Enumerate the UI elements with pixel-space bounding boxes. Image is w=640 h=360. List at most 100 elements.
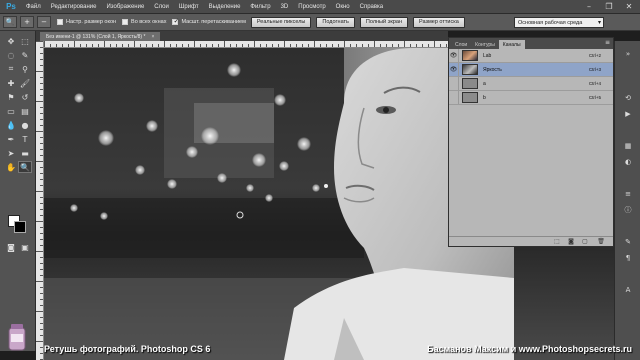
ruler-tick: [296, 44, 297, 47]
scrubby-zoom-checkbox[interactable]: Масшт. перетаскиванием: [172, 17, 246, 25]
lasso-tool-icon[interactable]: ◌: [4, 49, 18, 61]
healing-brush-tool-icon[interactable]: ✚: [4, 77, 18, 89]
new-channel-icon[interactable]: ▢: [581, 238, 589, 245]
tab-channels[interactable]: Каналы: [498, 40, 525, 49]
eye-icon[interactable]: 👁: [449, 63, 459, 76]
ruler-tick: [40, 203, 43, 204]
ruler-tick: [36, 191, 43, 192]
ruler-tick: [422, 44, 423, 47]
zoom-tool-icon[interactable]: 🔍: [18, 161, 32, 173]
channel-row-lab[interactable]: 👁 Lab Ctrl+2: [449, 49, 613, 63]
ruler-tick: [350, 44, 351, 47]
quick-select-tool-icon[interactable]: ✎: [18, 49, 32, 61]
ruler-tick: [40, 83, 43, 84]
ruler-tick: [40, 269, 43, 270]
move-tool-icon[interactable]: ✥: [4, 35, 18, 47]
history-panel-icon[interactable]: ⟲: [622, 93, 634, 103]
background-color-swatch[interactable]: [14, 221, 26, 233]
ruler-tick: [40, 53, 43, 54]
eye-empty[interactable]: [449, 91, 459, 104]
menu-image[interactable]: Изображение: [106, 4, 144, 10]
blur-tool-icon[interactable]: 💧: [4, 119, 18, 131]
tab-layers[interactable]: Слои: [451, 40, 471, 49]
document-tab[interactable]: Без имени-1 @ 131% (Слой 1, Яркость/8) *…: [40, 32, 161, 41]
ruler-tick: [40, 197, 43, 198]
checkbox-label: Настр. размер окон: [66, 19, 117, 25]
menu-window[interactable]: Окно: [336, 4, 350, 10]
eraser-tool-icon[interactable]: ▭: [4, 105, 18, 117]
brush-tool-icon[interactable]: 🖌: [18, 77, 32, 89]
checkbox-box[interactable]: [122, 19, 129, 25]
eye-empty[interactable]: [449, 77, 459, 90]
menu-help[interactable]: Справка: [360, 4, 384, 10]
ruler-tick: [260, 44, 261, 47]
restore-icon[interactable]: ❐: [602, 1, 616, 12]
zoom-tool-icon[interactable]: 🔍: [3, 16, 17, 28]
menu-edit[interactable]: Редактирование: [51, 4, 97, 10]
menu-type[interactable]: Шрифт: [179, 4, 199, 10]
type-tool-icon[interactable]: T: [18, 133, 32, 145]
close-icon[interactable]: ×: [151, 34, 154, 40]
quick-mask-icon[interactable]: ◙: [4, 241, 18, 253]
menu-layers[interactable]: Слои: [154, 4, 169, 10]
layer-comps-icon[interactable]: ▦: [622, 141, 634, 151]
ruler-tick: [206, 44, 207, 47]
ruler-tick: [36, 251, 43, 252]
channel-name: a: [483, 80, 486, 87]
workspace-select[interactable]: Основная рабочая среда ▾: [514, 17, 604, 28]
info-panel-icon[interactable]: ⓘ: [622, 205, 634, 215]
gradient-tool-icon[interactable]: ▤: [18, 105, 32, 117]
fit-screen-button[interactable]: Подогнать: [316, 16, 355, 28]
print-size-button[interactable]: Размер оттиска: [412, 16, 465, 28]
clone-stamp-tool-icon[interactable]: ⚑: [4, 91, 18, 103]
menu-select[interactable]: Выделение: [209, 4, 241, 10]
path-select-tool-icon[interactable]: ➤: [4, 147, 18, 159]
minimize-icon[interactable]: –: [582, 1, 596, 12]
brush-panel-icon[interactable]: ✎: [622, 237, 634, 247]
ruler-tick: [314, 41, 315, 47]
checkbox-box[interactable]: [172, 17, 179, 25]
shape-tool-icon[interactable]: ▬: [18, 147, 32, 159]
dodge-tool-icon[interactable]: ●: [18, 119, 32, 131]
actual-pixels-button[interactable]: Реальные пикселы: [250, 16, 312, 28]
panel-menu-icon[interactable]: ≡: [605, 39, 610, 46]
ruler-tick: [248, 44, 249, 47]
channel-shortcut: Ctrl+3: [588, 67, 601, 72]
ruler-tick: [40, 263, 43, 264]
ruler-tick: [416, 44, 417, 47]
zoom-in-icon[interactable]: +: [20, 16, 34, 28]
character-panel-icon[interactable]: A: [622, 285, 634, 295]
close-icon[interactable]: ✕: [622, 1, 636, 12]
channel-row-lightness[interactable]: 👁 Яркость Ctrl+3: [449, 63, 613, 77]
menu-file[interactable]: Файл: [26, 4, 41, 10]
fill-screen-button[interactable]: Полный экран: [359, 16, 408, 28]
menu-3d[interactable]: 3D: [281, 4, 289, 10]
all-windows-checkbox[interactable]: Во всех окнах: [122, 19, 166, 25]
caption-right: Басманов Максим и www.Photoshopsecrets.r…: [427, 344, 632, 354]
trash-icon[interactable]: 🗑: [597, 238, 605, 245]
eye-icon[interactable]: 👁: [449, 49, 459, 62]
hand-tool-icon[interactable]: ✋: [4, 161, 18, 173]
paragraph-panel-icon[interactable]: ¶: [622, 253, 634, 263]
zoom-out-icon[interactable]: −: [37, 16, 51, 28]
channel-row-a[interactable]: a Ctrl+4: [449, 77, 613, 91]
ruler-tick: [40, 65, 43, 66]
screen-mode-icon[interactable]: ▣: [18, 241, 32, 253]
channel-row-b[interactable]: b Ctrl+5: [449, 91, 613, 105]
tab-paths[interactable]: Контуры: [471, 40, 499, 49]
history-brush-tool-icon[interactable]: ↺: [18, 91, 32, 103]
actions-panel-icon[interactable]: ▶: [622, 109, 634, 119]
properties-panel-icon[interactable]: ≡: [622, 189, 634, 199]
eyedropper-tool-icon[interactable]: ⚲: [18, 63, 32, 75]
collapse-panels-icon[interactable]: »: [622, 49, 634, 59]
marquee-tool-icon[interactable]: ⬚: [18, 35, 32, 47]
save-selection-icon[interactable]: ◙: [567, 238, 575, 245]
adjustments-panel-icon[interactable]: ◐: [622, 157, 634, 167]
load-selection-icon[interactable]: ⬚: [553, 238, 561, 245]
resize-windows-checkbox[interactable]: Настр. размер окон: [57, 19, 116, 25]
crop-tool-icon[interactable]: ⌗: [4, 63, 18, 75]
menu-filter[interactable]: Фильтр: [250, 4, 270, 10]
pen-tool-icon[interactable]: ✒: [4, 133, 18, 145]
menu-view[interactable]: Просмотр: [298, 4, 325, 10]
checkbox-box[interactable]: [57, 19, 63, 25]
